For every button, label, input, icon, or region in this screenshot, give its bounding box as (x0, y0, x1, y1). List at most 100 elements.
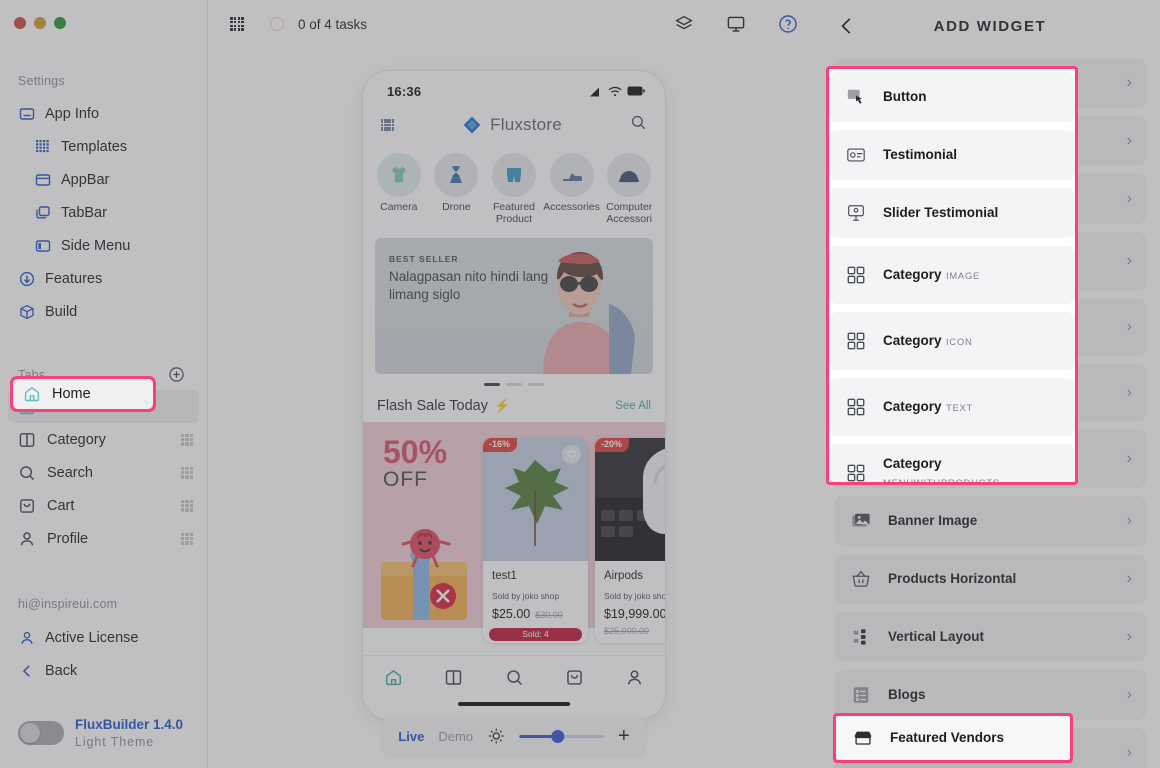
product-old-price: $30.00 (535, 609, 563, 620)
bolt-icon: ⚡ (493, 397, 511, 413)
close-window-button[interactable] (14, 16, 26, 29)
store-icon (852, 727, 874, 749)
sidebar-item-back[interactable]: Back (0, 654, 207, 687)
widget-row-category-text-highlight[interactable]: Category TEXT (829, 378, 1075, 436)
search-icon[interactable] (630, 114, 647, 136)
product-card[interactable]: -16% test1 Sold by joko shop $25.00 $30.… (483, 437, 588, 643)
sidebar-item-home-highlight[interactable]: Home (13, 379, 153, 409)
zoom-slider[interactable] (519, 728, 605, 744)
sidebar-item-features[interactable]: Features (0, 262, 207, 295)
theme-toggle[interactable] (18, 721, 64, 746)
chevron-right-icon[interactable]: › (1127, 513, 1132, 529)
chevron-right-icon[interactable]: › (1127, 75, 1132, 91)
sidebar-item-label: Build (45, 303, 78, 320)
sidebar-item-templates[interactable]: Templates (0, 130, 207, 163)
dot-grid-icon[interactable] (381, 118, 394, 132)
add-widget-plus-button[interactable]: + (618, 726, 630, 746)
banner-image-icon (850, 510, 872, 532)
widget-row-banner-image[interactable]: Banner Image › (834, 496, 1146, 546)
widget-row-category-image-highlight[interactable]: Category IMAGE (829, 246, 1075, 304)
progress-ring-icon (270, 17, 284, 31)
sidebar-item-tabbar[interactable]: TabBar (0, 196, 207, 229)
category-shortcut[interactable]: Computer Accessori (601, 153, 657, 226)
monitor-icon[interactable] (726, 14, 746, 34)
category-shortcut[interactable]: Accessories (543, 153, 600, 226)
minimize-window-button[interactable] (34, 16, 46, 29)
chevron-right-icon[interactable]: › (1127, 191, 1132, 207)
chevron-right-icon[interactable]: › (1127, 385, 1132, 401)
chevron-right-icon[interactable]: › (1127, 571, 1132, 587)
phone-tab-profile[interactable] (605, 668, 665, 687)
chevron-right-icon[interactable]: › (1127, 253, 1132, 269)
demo-mode-button[interactable]: Demo (438, 729, 473, 744)
signal-icon (590, 87, 599, 96)
banner-dot[interactable] (528, 382, 544, 386)
phone-tab-category[interactable] (423, 668, 483, 687)
live-mode-button[interactable]: Live (398, 729, 424, 744)
chevron-right-icon[interactable]: › (1127, 319, 1132, 335)
build-icon (18, 303, 35, 320)
zoom-window-button[interactable] (54, 16, 66, 29)
widget-title: Testimonial (883, 147, 958, 162)
sidebar-item-active-license[interactable]: Active License (0, 621, 207, 654)
help-circle-icon[interactable] (778, 14, 798, 34)
promo-text: 50% OFF (383, 436, 447, 492)
widget-row-category-icon-highlight[interactable]: Category ICON (829, 312, 1075, 370)
widget-row-vertical-layout[interactable]: Vertical Layout › (834, 612, 1146, 662)
widget-subtitle: IMAGE (945, 271, 981, 282)
apps-grid-icon[interactable] (230, 17, 244, 31)
sidebar-item-profile[interactable]: Profile (8, 522, 199, 555)
widget-row-featured-vendors-highlight[interactable]: Featured Vendors (836, 716, 1070, 760)
airpods-image (595, 437, 665, 561)
widget-row-slider-testimonial-highlight[interactable]: Slider Testimonial (829, 188, 1075, 238)
shoe-icon (549, 153, 594, 197)
category-shortcut[interactable]: Featured Product (486, 153, 542, 226)
sidebar-item-search[interactable]: Search (8, 456, 199, 489)
chevron-right-icon[interactable]: › (1127, 451, 1132, 467)
phone-tab-search[interactable] (484, 668, 544, 687)
slider-thumb[interactable] (551, 729, 565, 743)
sidebar-item-cart[interactable]: Cart (8, 489, 199, 522)
sidebar-item-appbar[interactable]: AppBar (0, 163, 207, 196)
highlight-cutout-widget-group: Button Testimonial Slider Testimonial Ca… (829, 69, 1075, 482)
sidebar-item-side-menu[interactable]: Side Menu (0, 229, 207, 262)
chevron-right-icon[interactable]: › (1127, 133, 1132, 149)
user-icon (18, 629, 35, 646)
heart-icon[interactable] (562, 444, 581, 464)
drag-handle-icon[interactable] (181, 532, 193, 545)
category-shortcut[interactable]: Camera (371, 153, 427, 226)
phone-tab-cart[interactable] (544, 668, 604, 687)
hero-banner[interactable]: BEST SELLER Nalagpasan nito hindi lang l… (375, 237, 653, 374)
add-widget-header: ADD WIDGET (820, 0, 1160, 52)
sun-icon[interactable] (487, 727, 505, 745)
banner-dots[interactable] (375, 382, 653, 386)
chevron-right-icon[interactable]: › (1127, 629, 1132, 645)
category-grid-icon (845, 264, 867, 286)
layers-icon[interactable] (674, 14, 694, 34)
widget-texts: Banner Image (888, 512, 1127, 530)
product-card[interactable]: -20% Airpods Sold by joko shop $19,999.0… (595, 437, 665, 643)
plus-circle-icon[interactable] (168, 366, 185, 383)
sidebar-item-label: Category (47, 431, 106, 448)
category-shortcut[interactable]: Drone (429, 153, 485, 226)
chevron-right-icon[interactable]: › (1127, 745, 1132, 761)
widget-row-testimonial-highlight[interactable]: Testimonial (829, 130, 1075, 180)
banner-dot[interactable] (506, 382, 522, 386)
phone-tab-home[interactable] (363, 668, 423, 687)
appbar-icon (34, 171, 51, 188)
chevron-right-icon[interactable]: › (1127, 687, 1132, 703)
widget-row-blogs[interactable]: Blogs › (834, 670, 1146, 720)
drag-handle-icon[interactable] (181, 466, 193, 479)
drag-handle-icon[interactable] (181, 499, 193, 512)
widget-row-button-highlight[interactable]: Button (829, 72, 1075, 122)
sidebar-item-build[interactable]: Build (0, 295, 207, 328)
sidebar-item-category[interactable]: Category (8, 423, 199, 456)
see-all-link[interactable]: See All (615, 400, 651, 412)
phone-preview: 16:36 Fluxstore Camera Drone Featured Pr… (363, 71, 665, 719)
widget-row-products-horizontal[interactable]: Products Horizontal › (834, 554, 1146, 604)
widget-row-category-menuwithproducts-highlight[interactable]: Category MENUWITHPRODUCTS (829, 444, 1075, 482)
banner-dot[interactable] (484, 382, 500, 386)
drag-handle-icon[interactable] (181, 433, 193, 446)
sidebar-item-app-info[interactable]: App Info (0, 97, 207, 130)
widget-title: Slider Testimonial (883, 205, 999, 220)
